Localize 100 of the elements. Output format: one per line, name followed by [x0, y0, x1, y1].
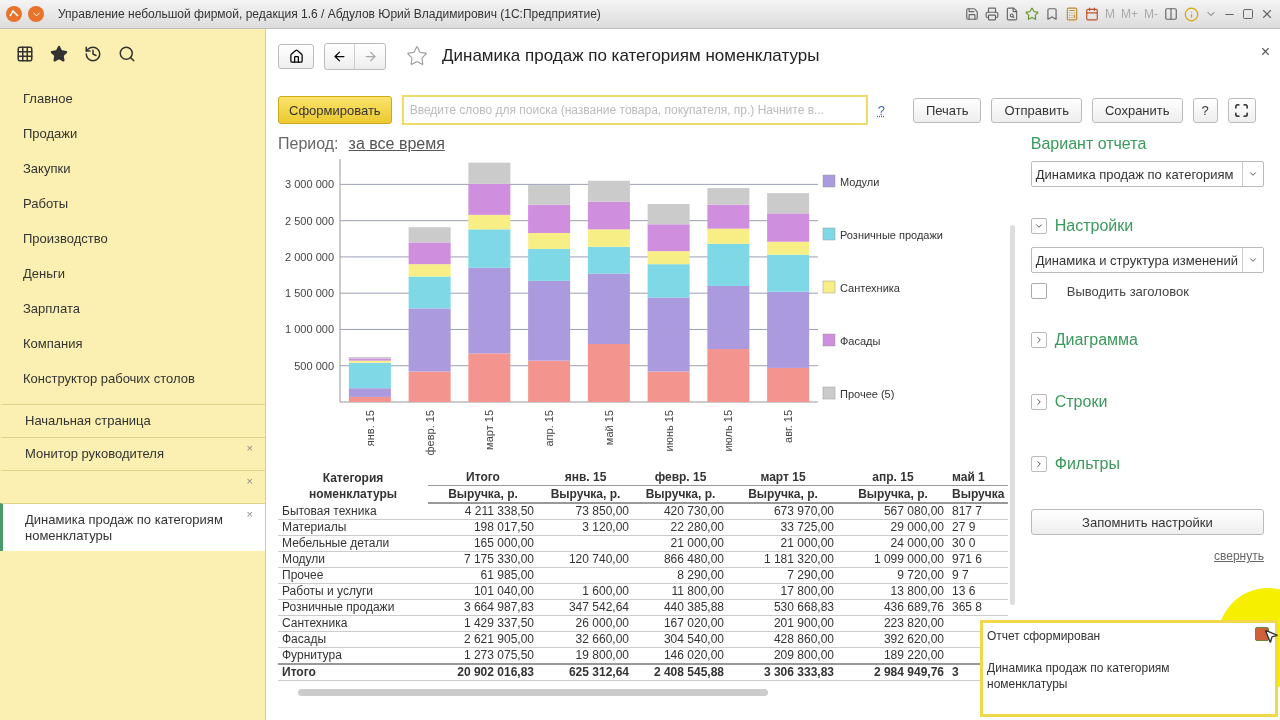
- search-icon[interactable]: [118, 45, 136, 63]
- window-tab[interactable]: Динамика продаж по категориям номенклатуры ×: [0, 503, 265, 551]
- star-icon[interactable]: [406, 45, 428, 67]
- sidebar-item[interactable]: Работы: [0, 186, 265, 221]
- settings-group[interactable]: Фильтры: [1030, 455, 1264, 473]
- total-cell: 20 902 016,83: [428, 664, 538, 681]
- column-header: апр. 15: [838, 469, 948, 486]
- generate-button[interactable]: Сформировать: [278, 96, 392, 124]
- x-tick-label: март 15: [483, 410, 496, 450]
- menu-icon[interactable]: [28, 6, 44, 22]
- table-cell: 304 540,00: [633, 631, 728, 648]
- table-cell: 146 020,00: [633, 647, 728, 664]
- y-tick-label: 500 000: [294, 359, 334, 372]
- group-title[interactable]: Диаграмма: [1054, 331, 1138, 349]
- close-button[interactable]: ×: [1260, 43, 1270, 61]
- group-title[interactable]: Настройки: [1054, 217, 1134, 235]
- checkbox[interactable]: [1030, 283, 1047, 299]
- history-icon[interactable]: [84, 45, 102, 63]
- column-header: янв. 15: [538, 469, 633, 486]
- close-button[interactable]: [1255, 627, 1269, 641]
- table-cell: 33 725,00: [728, 519, 838, 536]
- toolbar-button[interactable]: Сохранить: [1091, 97, 1183, 123]
- legend-label: Фасады: [840, 335, 881, 347]
- variant-select[interactable]: Динамика продаж по категориям: [1030, 161, 1264, 187]
- table-cell: 1 181 320,00: [728, 551, 838, 568]
- x-tick-label: янв. 15: [363, 410, 376, 447]
- bar-segment: [587, 343, 630, 402]
- table-cell: 32 660,00: [538, 631, 633, 648]
- x-tick-label: июль 15: [722, 410, 735, 452]
- table-cell: Работы и услуги: [278, 583, 428, 600]
- bar-segment: [647, 203, 690, 225]
- column-subheader: Выручка, р.: [728, 485, 838, 503]
- preview-icon[interactable]: [1005, 7, 1019, 21]
- x-tick-label: февр. 15: [423, 410, 436, 456]
- table-cell: 165 000,00: [428, 535, 538, 552]
- calendar-icon[interactable]: [1085, 7, 1099, 21]
- table-cell: 2 621 905,00: [428, 631, 538, 648]
- table-cell: 21 000,00: [633, 535, 728, 552]
- column-header: май 1: [948, 469, 1008, 486]
- printer-icon[interactable]: [985, 7, 999, 21]
- calculator-icon[interactable]: [1065, 7, 1079, 21]
- bookmark-icon[interactable]: [1045, 7, 1059, 21]
- help-link[interactable]: ?: [877, 102, 885, 118]
- home-button[interactable]: [278, 43, 314, 69]
- sidebar-item[interactable]: Продажи: [0, 116, 265, 151]
- sidebar-item[interactable]: Компания: [0, 326, 265, 361]
- sidebar-item[interactable]: Деньги: [0, 256, 265, 291]
- x-tick-label: апр. 15: [543, 410, 556, 447]
- table-cell: 971 6: [948, 551, 1008, 568]
- sidebar-item[interactable]: Закупки: [0, 151, 265, 186]
- scrollbar[interactable]: [1009, 225, 1015, 605]
- sidebar-item[interactable]: Главное: [0, 81, 265, 116]
- save-settings-button[interactable]: Запомнить настройки: [1030, 509, 1264, 535]
- column-subheader: Выручка, р.: [428, 485, 538, 503]
- scrollbar[interactable]: [298, 689, 768, 696]
- caret-icon: [1248, 169, 1258, 179]
- app-logo-icon[interactable]: [6, 6, 22, 22]
- settings-select[interactable]: Динамика и структура изменений: [1030, 247, 1264, 273]
- sidebar-item[interactable]: Зарплата: [0, 291, 265, 326]
- table-cell: Розничные продажи: [278, 599, 428, 616]
- sidebar-item[interactable]: Производство: [0, 221, 265, 256]
- collapse-link[interactable]: свернуть: [1214, 549, 1264, 563]
- panels-icon[interactable]: [1164, 7, 1178, 21]
- table-cell: 8 290,00: [633, 567, 728, 584]
- grid-icon[interactable]: [16, 45, 34, 63]
- table-cell: 365 8: [948, 599, 1008, 616]
- group-title[interactable]: Строки: [1054, 393, 1108, 411]
- column-header: Итого: [428, 469, 538, 486]
- column-header: февр. 15: [633, 469, 728, 486]
- star-icon[interactable]: [1025, 7, 1039, 21]
- x-tick-label: май 15: [602, 410, 615, 446]
- table-cell: Фасады: [278, 631, 428, 648]
- toolbar-button[interactable]: Печать: [912, 97, 982, 123]
- close-icon[interactable]: ×: [246, 506, 253, 522]
- total-cell: 2 408 545,88: [633, 664, 728, 681]
- search-field[interactable]: Введите слово для поиска (название товара, покупателя, пр.) Начните в...: [401, 95, 868, 125]
- toolbar-button[interactable]: Отправить: [991, 97, 1082, 123]
- close-icon[interactable]: [1260, 7, 1274, 21]
- column-subheader: Выручка, р.: [633, 485, 728, 503]
- settings-group[interactable]: Строки: [1030, 393, 1264, 411]
- column-subheader: Выручка, р.: [538, 485, 633, 503]
- table-cell: Сантехника: [278, 615, 428, 632]
- table-cell: 440 385,88: [633, 599, 728, 616]
- toolbar-button[interactable]: ?: [1192, 97, 1218, 123]
- y-tick-label: 3 000 000: [285, 178, 334, 191]
- settings-group[interactable]: Настройки: [1030, 217, 1264, 235]
- table-cell: 347 542,64: [538, 599, 633, 616]
- table-cell: 198 017,50: [428, 519, 538, 536]
- section-title: Вариант отчета: [1030, 135, 1148, 153]
- sidebar-item[interactable]: Конструктор рабочих столов: [0, 361, 265, 396]
- y-tick-label: 1 500 000: [285, 287, 334, 300]
- settings-group[interactable]: Диаграмма: [1030, 331, 1264, 349]
- group-title[interactable]: Фильтры: [1054, 455, 1120, 473]
- table-cell: 167 020,00: [633, 615, 728, 632]
- fullscreen-button[interactable]: [1227, 97, 1256, 123]
- save-icon[interactable]: [965, 7, 979, 21]
- maximize-icon[interactable]: [1242, 8, 1254, 20]
- star-icon[interactable]: [50, 45, 68, 63]
- period-link[interactable]: за все время: [348, 135, 445, 153]
- legend-swatch: [822, 280, 836, 294]
